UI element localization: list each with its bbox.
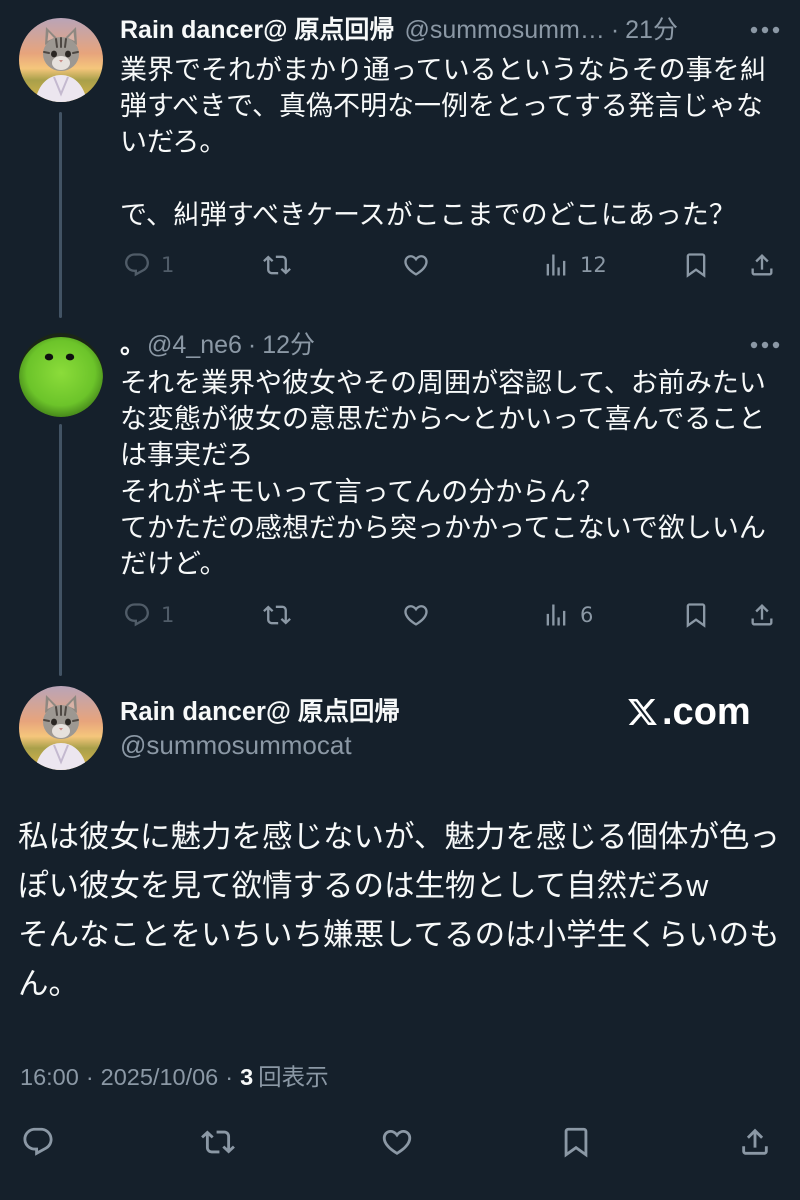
post-date[interactable]: 2025/10/06 (101, 1064, 219, 1090)
tweet-text: 業界でそれがまかり通っているというならその事を糾 弾すべきで、真偽不明な一例をと… (120, 52, 788, 233)
retweet-button[interactable] (263, 247, 291, 283)
thread-page: Rain dancer@ 原点回帰 @summosumm… · 21分 業界でそれがま… (0, 0, 800, 1200)
bookmark-button[interactable] (682, 247, 710, 283)
tweet-text-line: 弾すべきで、真偽不明な一例をとってする発言じゃな (120, 91, 763, 122)
author-avatar[interactable] (19, 333, 103, 417)
heart-icon (402, 601, 430, 629)
tweet-text-line: ん。 (18, 967, 79, 1001)
tweet-paragraph: で、糾弾すべきケースがここまでのどこにあった？ (120, 197, 788, 233)
tweet-paragraph: それを業界や彼女やその周囲が容認して、お前みたい な変態が彼女の意思だから〜とか… (120, 365, 788, 582)
author-avatar[interactable] (19, 686, 103, 770)
share-icon (748, 601, 776, 629)
tweet-text-line: 業界でそれがまかり通っているというならその事を糾 (120, 55, 767, 85)
heart-icon (402, 251, 430, 279)
more-dots-icon[interactable] (749, 340, 781, 350)
tweet-text-line: てかただの感想だから突っかかってこないで欲しいん (120, 512, 766, 543)
tweet-text-line: な変態が彼女の意思だから〜とかいって喜んでること (120, 404, 766, 435)
share-icon (748, 251, 776, 279)
reply-button[interactable]: 1 (123, 247, 174, 283)
views-button[interactable]: 12 (542, 247, 607, 283)
author-handle[interactable]: @summosumm… (404, 16, 604, 44)
x-com-watermark: .com (626, 690, 766, 734)
tweet-meta: 16:00 · 2025/10/06 · 3 回表示 (20, 1061, 329, 1093)
tweet-text-line: 私は彼女に魅力を感じないが、魅力を感じる個体が色っ (18, 820, 780, 854)
author-name[interactable]: Rain dancer@ 原点回帰 (120, 694, 400, 730)
views-count: 6 (580, 603, 594, 627)
x-logo-icon (626, 696, 659, 728)
share-button[interactable] (748, 597, 776, 633)
share-button[interactable] (748, 247, 776, 283)
reply-icon (21, 1125, 55, 1159)
reply-button[interactable]: 1 (123, 597, 174, 633)
tweet-paragraph: 私は彼女に魅力を感じないが、魅力を感じる個体が色っ ぽい彼女を見て欲情するのは生… (18, 813, 788, 1009)
separator-dot: · (247, 331, 257, 359)
tweet-actions: 1 12 (0, 247, 800, 283)
timestamp[interactable]: 12分 (262, 331, 315, 359)
heart-icon (380, 1125, 414, 1159)
thread-tweet[interactable]: Rain dancer@ 原点回帰 @summosumm… · 21分 業界でそれがま… (0, 0, 800, 318)
bookmark-icon (559, 1125, 593, 1159)
like-button[interactable] (402, 597, 430, 633)
share-icon (738, 1125, 772, 1159)
thread-tweet[interactable]: 。@4_ne6 · 12分 それを業界や彼女やその周囲が容認して、お前みたい な変態… (0, 318, 800, 680)
views-count: 3 (240, 1064, 254, 1090)
views-button[interactable]: 6 (542, 597, 593, 633)
author-handle[interactable]: @4_ne6 (147, 331, 242, 359)
views-icon (542, 601, 570, 629)
share-button[interactable] (738, 1123, 772, 1161)
tweet-header: Rain dancer@ 原点回帰 @summosumm… · 21分 (120, 12, 740, 48)
tweet-text: それを業界や彼女やその周囲が容認して、お前みたい な変態が彼女の意思だから〜とか… (120, 365, 788, 582)
tweet-text-line: ぽい彼女を見て欲情するのは生物として自然だろw (18, 869, 709, 903)
author-name[interactable]: Rain dancer@ 原点回帰 (120, 16, 394, 44)
tweet-paragraph: 業界でそれがまかり通っているというならその事を糾 弾すべきで、真偽不明な一例をと… (120, 52, 788, 161)
reply-icon (123, 601, 151, 629)
bookmark-icon (682, 251, 710, 279)
bookmark-button[interactable] (559, 1123, 593, 1161)
tweet-actions: 1 6 (0, 597, 800, 633)
more-dots-icon[interactable] (749, 25, 781, 35)
timestamp[interactable]: 21分 (625, 16, 678, 44)
tweet-text: 私は彼女に魅力を感じないが、魅力を感じる個体が色っ ぽい彼女を見て欲情するのは生… (18, 813, 788, 1009)
author-handle[interactable]: @summosummocat (120, 727, 352, 763)
post-time[interactable]: 16:00 (20, 1064, 79, 1090)
views-label: 回表示 (258, 1064, 329, 1090)
thread-connector-line (59, 112, 62, 318)
retweet-icon (263, 601, 291, 629)
separator-dot: · (225, 1064, 234, 1090)
like-button[interactable] (402, 247, 430, 283)
tweet-text-line: それを業界や彼女やその周囲が容認して、お前みたい (120, 368, 766, 398)
separator-dot: · (610, 16, 620, 44)
watermark-domain: .com (662, 691, 751, 733)
tweet-text-line: いだろ。 (120, 127, 227, 158)
tweet-text-line: だけど。 (120, 548, 227, 579)
reply-icon (123, 251, 151, 279)
retweet-icon (201, 1125, 235, 1159)
like-button[interactable] (380, 1123, 414, 1161)
reply-button[interactable] (21, 1123, 55, 1161)
reply-count: 1 (161, 603, 175, 627)
tweet-actions (0, 1123, 800, 1161)
bookmark-button[interactable] (682, 597, 710, 633)
green-blob-avatar (19, 333, 103, 417)
bookmark-icon (682, 601, 710, 629)
separator-dot: · (85, 1064, 94, 1090)
views-count: 12 (580, 253, 607, 277)
author-name[interactable]: 。 (120, 331, 145, 359)
retweet-button[interactable] (263, 597, 291, 633)
tweet-text-line: で、糾弾すべきケースがここまでのどこにあった？ (120, 199, 736, 230)
focused-tweet: Rain dancer@ 原点回帰 @summosummocat .com 私は… (0, 680, 800, 1200)
tweet-header: 。@4_ne6 · 12分 (120, 327, 740, 363)
thread-connector-line (59, 424, 62, 676)
reply-count: 1 (161, 253, 175, 277)
tweet-text-line: は事実だろ (120, 440, 254, 471)
author-avatar[interactable] (19, 18, 103, 102)
retweet-icon (263, 251, 291, 279)
tweet-text-line: それがキモいって言ってんの分からん？ (120, 476, 604, 507)
tabby-cat-avatar (19, 686, 103, 770)
retweet-button[interactable] (201, 1123, 235, 1161)
views-icon (542, 251, 570, 279)
tweet-text-line: そんなことをいちいち嫌悪してるのは小学生くらいのも (18, 918, 780, 952)
tabby-cat-avatar (19, 18, 103, 102)
